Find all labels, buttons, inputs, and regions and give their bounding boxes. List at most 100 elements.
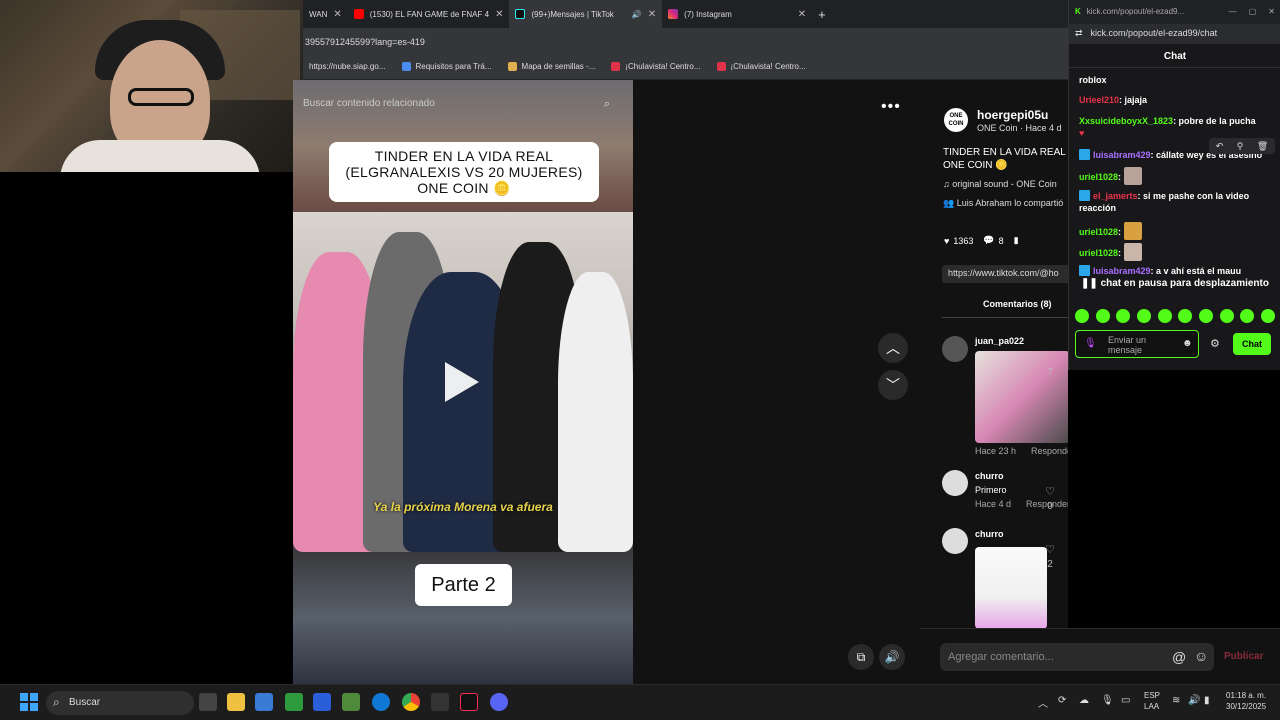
emote-icon[interactable]	[1136, 309, 1151, 323]
battery-icon[interactable]: ▭	[1121, 695, 1130, 706]
delete-icon[interactable]: 🗑	[1257, 141, 1268, 152]
task-view-icon[interactable]	[199, 693, 217, 711]
emote-icon[interactable]	[1116, 309, 1131, 323]
save-button[interactable]: ▮	[1014, 235, 1019, 246]
emote-icon[interactable]	[1219, 309, 1234, 323]
tray-chevron-icon[interactable]: ︿	[1038, 695, 1048, 710]
emote-icon[interactable]	[1095, 309, 1110, 323]
chat-username[interactable]: uriel1028	[1079, 172, 1118, 182]
microphone-icon[interactable]: 🎙	[1084, 338, 1097, 349]
next-video-button[interactable]: ﹀	[878, 370, 908, 400]
minecraft-icon[interactable]	[342, 693, 360, 711]
xbox-icon[interactable]	[285, 693, 303, 711]
chat-username[interactable]: uriel1028	[1079, 248, 1118, 258]
comment-author[interactable]: churro	[975, 529, 1004, 539]
app-icon[interactable]	[313, 693, 331, 711]
tiktok-icon[interactable]	[460, 693, 478, 711]
chrome-icon[interactable]	[402, 693, 420, 711]
clock[interactable]: 01:18 a. m. 30/12/2025	[1226, 690, 1266, 712]
discord-icon[interactable]	[490, 693, 508, 711]
chat-paused-banner[interactable]: ❚❚ chat en pausa para desplazamiento	[1079, 278, 1271, 294]
close-icon[interactable]: ✕	[495, 9, 503, 20]
emote-icon[interactable]	[1178, 309, 1193, 323]
tab-tiktok[interactable]: (99+)Mensajes | TikTok 🔊 ✕	[509, 0, 663, 28]
play-icon[interactable]	[445, 362, 479, 402]
chat-username[interactable]: luisabram429	[1093, 150, 1151, 160]
comment-author[interactable]: churro	[975, 471, 1004, 481]
comment-image[interactable]	[975, 351, 1068, 443]
store-icon[interactable]	[255, 693, 273, 711]
author-avatar[interactable]: ONE COIN	[944, 108, 968, 132]
video-player[interactable]: Buscar contenido relacionado ⌕ TINDER EN…	[293, 80, 633, 684]
tab-instagram[interactable]: (7) Instagram ✕	[662, 0, 812, 28]
related-search[interactable]: Buscar contenido relacionado ⌕	[303, 98, 618, 118]
cloud-icon[interactable]: ☁	[1079, 695, 1089, 706]
kick-url-bar[interactable]: ⇄ kick.com/popout/el-ezad99/chat	[1069, 24, 1280, 44]
address-bar[interactable]: 3955791245599?lang=es-419	[303, 28, 1068, 54]
close-icon[interactable]: ✕	[333, 9, 341, 20]
reply-button[interactable]: Responder	[1031, 446, 1068, 456]
taskbar-search[interactable]: ⌕ Buscar	[46, 691, 194, 715]
heart-icon[interactable]: ♡	[1043, 543, 1057, 556]
minimize-icon[interactable]: —	[1229, 7, 1237, 24]
avatar[interactable]	[942, 470, 968, 496]
emote-icon[interactable]	[1075, 309, 1089, 323]
close-icon[interactable]: ✕	[798, 9, 806, 20]
pin-icon[interactable]: ⚲	[1237, 141, 1244, 152]
search-icon[interactable]: ⌕	[604, 98, 610, 111]
tab-wan[interactable]: WAN ✕	[303, 0, 348, 28]
language-indicator[interactable]: ESP LAA	[1144, 690, 1160, 712]
bookmark-5[interactable]: ¡Chulavista! Centro...	[716, 62, 806, 71]
close-icon[interactable]: ✕	[648, 9, 656, 20]
emoji-icon[interactable]: ☺	[1194, 648, 1208, 664]
url-text[interactable]: 3955791245599?lang=es-419	[305, 37, 425, 47]
file-explorer-icon[interactable]	[227, 693, 245, 711]
heart-icon[interactable]: ♡	[1043, 485, 1057, 498]
emote-icon[interactable]	[1240, 309, 1255, 323]
site-info-icon[interactable]: ⇄	[1075, 28, 1083, 44]
reply-icon[interactable]: ↶	[1216, 141, 1224, 152]
sound-link[interactable]: ♫ original sound - ONE Coin	[943, 179, 1057, 189]
edge-icon[interactable]	[372, 693, 390, 711]
gear-icon[interactable]: ⚙	[1210, 337, 1220, 350]
previous-video-button[interactable]: ︿	[878, 333, 908, 363]
bookmark-2[interactable]: Requisitos para Trá...	[401, 62, 492, 71]
floating-player-icon[interactable]: ⧉	[848, 644, 874, 670]
speaker-icon[interactable]: 🔊	[632, 10, 642, 19]
like-button[interactable]: ♥ 1363	[944, 236, 973, 246]
send-chat-button[interactable]: Chat	[1233, 333, 1271, 355]
volume-icon[interactable]: 🔊	[879, 644, 905, 670]
plus-icon[interactable]: +	[818, 7, 826, 22]
avatar[interactable]	[942, 528, 968, 554]
chat-username[interactable]: uriel1028	[1079, 227, 1118, 237]
video-url-box[interactable]: https://www.tiktok.com/@ho	[942, 265, 1068, 283]
power-icon[interactable]: ▮	[1204, 695, 1210, 706]
new-tab-button[interactable]: +	[812, 0, 832, 28]
comment-image[interactable]	[975, 547, 1047, 629]
more-options-icon[interactable]: •••	[881, 98, 901, 116]
post-button[interactable]: Publicar	[1224, 651, 1263, 662]
bookmark-4[interactable]: ¡Chulavista! Centro...	[611, 62, 701, 71]
bookmark-3[interactable]: Mapa de semillas -...	[507, 62, 595, 71]
mention-icon[interactable]: @	[1172, 649, 1186, 665]
comment-author[interactable]: juan_pa022	[975, 336, 1024, 346]
chat-username[interactable]: luisabram429	[1093, 266, 1151, 276]
close-icon[interactable]: ✕	[1268, 7, 1275, 24]
volume-icon[interactable]: 🔊	[1188, 695, 1200, 706]
emote-icon[interactable]	[1260, 309, 1275, 323]
emote-icon[interactable]	[1198, 309, 1213, 323]
maximize-icon[interactable]: ▢	[1249, 7, 1257, 24]
chat-username[interactable]: el_jamerts	[1093, 191, 1138, 201]
wifi-icon[interactable]: ≋	[1172, 695, 1180, 706]
avatar[interactable]	[942, 336, 968, 362]
windows-start-icon[interactable]	[20, 693, 38, 711]
kick-url[interactable]: kick.com/popout/el-ezad99/chat	[1091, 28, 1218, 44]
emote-icon[interactable]	[1157, 309, 1172, 323]
chat-username[interactable]: Urieel210	[1079, 95, 1119, 105]
microphone-icon[interactable]: 🎙	[1101, 695, 1114, 706]
author-name[interactable]: hoergepi05u	[977, 108, 1048, 122]
comment-button[interactable]: 💬 8	[983, 235, 1003, 246]
tab-comments[interactable]: Comentarios (8)	[983, 299, 1052, 309]
chat-message-input[interactable]: 🎙 Enviar un mensaje ☻	[1075, 330, 1199, 358]
tab-youtube[interactable]: (1530) EL FAN GAME de FNAF 4 ✕	[348, 0, 510, 28]
